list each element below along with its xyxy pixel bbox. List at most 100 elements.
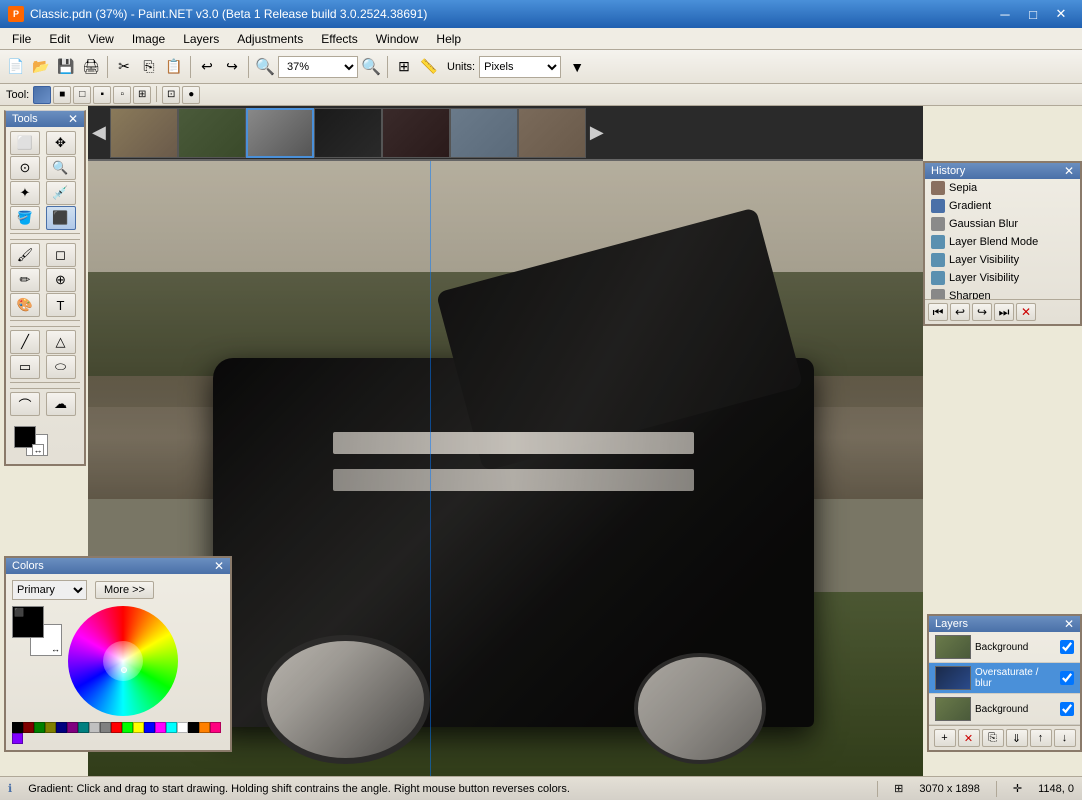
reset-colors-btn[interactable]: ⬛ [14,608,24,617]
menu-layers[interactable]: Layers [175,30,227,48]
tool-ellipse[interactable]: ⬭ [46,355,76,379]
menu-image[interactable]: Image [124,30,173,48]
menu-file[interactable]: File [4,30,39,48]
history-item-layer-visibility-2[interactable]: Layer Visibility [925,269,1080,287]
palette-swatch-orange[interactable] [199,722,210,733]
tool-gradient[interactable]: ⬛ [46,206,76,230]
tool-recolor[interactable]: 🎨 [10,293,40,317]
menu-effects[interactable]: Effects [313,30,365,48]
print-button[interactable]: 🖨 [79,55,103,79]
tool-option-3[interactable]: ▪ [93,86,111,104]
palette-swatch-black[interactable] [12,722,23,733]
palette-swatch-olive[interactable] [45,722,56,733]
strip-thumb-2[interactable] [178,108,246,158]
copy-button[interactable]: ⎘ [137,55,161,79]
tool-option-5[interactable]: ⊞ [133,86,151,104]
add-layer-button[interactable]: + [934,729,956,747]
zoom-in-button[interactable]: 🔍 [253,55,277,79]
delete-layer-button[interactable]: ✕ [958,729,980,747]
layer-visibility-oversaturate[interactable] [1060,671,1074,685]
palette-swatch-maroon[interactable] [23,722,34,733]
strip-thumb-7[interactable] [518,108,586,158]
menu-window[interactable]: Window [368,30,427,48]
strip-thumb-1[interactable] [110,108,178,158]
tool-option-4[interactable]: ▫ [113,86,131,104]
palette-swatch-navy[interactable] [56,722,67,733]
layer-visibility-bg-bottom[interactable] [1060,702,1074,716]
tool-eraser[interactable]: ◻ [46,243,76,267]
history-panel-close[interactable]: ✕ [1064,165,1074,177]
tool-rectangle-select[interactable]: ⬜ [10,131,40,155]
history-redo-button[interactable]: ↪ [972,303,992,321]
history-item-sharpen[interactable]: Sharpen [925,287,1080,299]
history-rewind-button[interactable]: ⏮ [928,303,948,321]
tool-pencil[interactable]: ✏ [10,268,40,292]
palette-swatch-purple[interactable] [67,722,78,733]
layer-item-background-top[interactable]: Background [929,632,1080,663]
save-button[interactable]: 💾 [54,55,78,79]
palette-swatch-silver[interactable] [89,722,100,733]
strip-thumb-4[interactable] [314,108,382,158]
units-arrow-button[interactable]: ▼ [565,55,589,79]
tool-paintbrush[interactable]: 🖌 [10,243,40,267]
more-colors-button[interactable]: More >> [95,581,154,599]
strip-arrow-right[interactable]: ▶ [586,122,608,143]
maximize-button[interactable]: □ [1020,4,1046,24]
units-select[interactable]: Pixels Inches Centimeters [479,56,561,78]
tool-option-6[interactable]: ⊡ [162,86,180,104]
history-undo-button[interactable]: ↩ [950,303,970,321]
merge-layer-button[interactable]: ⇓ [1006,729,1028,747]
palette-swatch-lime[interactable] [122,722,133,733]
history-item-layer-visibility-1[interactable]: Layer Visibility [925,251,1080,269]
duplicate-layer-button[interactable]: ⎘ [982,729,1004,747]
palette-swatch-blue[interactable] [144,722,155,733]
colors-panel-close[interactable]: ✕ [214,560,224,572]
strip-thumb-6[interactable] [450,108,518,158]
tool-text[interactable]: T [46,293,76,317]
layer-item-background-bottom[interactable]: Background [929,694,1080,725]
menu-edit[interactable]: Edit [41,30,78,48]
tools-panel-close[interactable]: ✕ [68,113,78,125]
palette-swatch-yellow[interactable] [133,722,144,733]
close-window-button[interactable]: ✕ [1048,4,1074,24]
palette-swatch-violet[interactable] [12,733,23,744]
new-button[interactable]: 📄 [4,55,28,79]
palette-swatch-red[interactable] [111,722,122,733]
grid-button[interactable]: ⊞ [392,55,416,79]
tool-zoom[interactable]: 🔍 [46,156,76,180]
palette-swatch-green[interactable] [34,722,45,733]
zoom-out-button[interactable]: 🔍 [359,55,383,79]
tool-magic-wand[interactable]: ✦ [10,181,40,205]
tool-line[interactable]: ╱ [10,330,40,354]
palette-swatch-gray[interactable] [100,722,111,733]
palette-swatch-aqua[interactable] [166,722,177,733]
palette-swatch-white[interactable] [177,722,188,733]
open-button[interactable]: 📂 [29,55,53,79]
tool-clone[interactable]: ⊕ [46,268,76,292]
palette-swatch-pink[interactable] [210,722,221,733]
menu-view[interactable]: View [80,30,122,48]
tool-paint-bucket[interactable]: 🪣 [10,206,40,230]
tool-freeform[interactable]: ⌒ [10,392,40,416]
tool-rectangle[interactable]: ▭ [10,355,40,379]
history-item-gradient[interactable]: Gradient [925,197,1080,215]
strip-thumb-5[interactable] [382,108,450,158]
history-forward-button[interactable]: ⏭ [994,303,1014,321]
menu-help[interactable]: Help [428,30,469,48]
tool-color-swatches[interactable]: ↔ [14,426,58,458]
paste-button[interactable]: 📋 [162,55,186,79]
color-mode-select[interactable]: Primary Secondary [12,580,87,600]
layer-down-button[interactable]: ↓ [1054,729,1076,747]
tool-option-1[interactable]: ■ [53,86,71,104]
minimize-button[interactable]: ─ [992,4,1018,24]
tool-lasso[interactable]: ⊙ [10,156,40,180]
layer-visibility-bg-top[interactable] [1060,640,1074,654]
history-clear-button[interactable]: ✕ [1016,303,1036,321]
history-item-sepia[interactable]: Sepia [925,179,1080,197]
tool-extra[interactable]: ☁ [46,392,76,416]
swap-colors-btn[interactable]: ↔ [32,444,44,456]
undo-button[interactable]: ↩ [195,55,219,79]
palette-swatch-black2[interactable] [188,722,199,733]
tool-move[interactable]: ✥ [46,131,76,155]
palette-swatch-fuchsia[interactable] [155,722,166,733]
